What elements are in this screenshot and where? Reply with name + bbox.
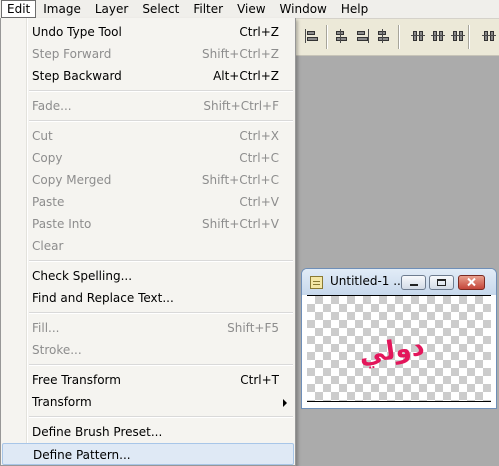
menu-item-label: Copy (32, 151, 63, 165)
menu-item-shortcut: Ctrl+T (240, 373, 279, 387)
menu-item-step-backward[interactable]: Step Backward Alt+Ctrl+Z (1, 65, 295, 87)
menu-item-shortcut: Shift+F5 (227, 321, 279, 335)
toolbar-separator (398, 25, 400, 49)
menu-item-label: Fill... (32, 321, 60, 335)
menu-item-label: Find and Replace Text... (32, 291, 174, 305)
menu-item-copy-merged: Copy Merged Shift+Ctrl+C (1, 169, 295, 191)
menu-item-shortcut: Shift+Ctrl+C (201, 173, 279, 187)
menu-item-label: Fade... (32, 99, 72, 113)
menu-item-label: Define Pattern... (33, 448, 131, 462)
menu-item-label: Step Backward (32, 69, 122, 83)
menu-filter[interactable]: Filter (186, 0, 230, 18)
menu-edit[interactable]: Edit (1, 0, 37, 18)
menu-bar: Edit Image Layer Select Filter View Window Help (0, 0, 499, 19)
menu-item-fill: Fill... Shift+F5 (1, 317, 295, 339)
menu-separator (1, 361, 295, 369)
close-button[interactable] (458, 275, 485, 290)
menu-item-label: Stroke... (32, 343, 82, 357)
menu-item-define-pattern[interactable]: Define Pattern... (2, 443, 294, 465)
menu-separator (1, 257, 295, 265)
menu-item-label: Step Forward (32, 47, 112, 61)
close-icon (467, 277, 476, 287)
menu-layer[interactable]: Layer (88, 0, 135, 18)
document-window[interactable]: Untitled-1 ... دولي (301, 268, 497, 409)
menu-item-cut: Cut Ctrl+X (1, 125, 295, 147)
menu-view[interactable]: View (230, 0, 272, 18)
align-horizontal-centers-icon[interactable] (333, 28, 349, 44)
toolbar-separator (326, 25, 328, 49)
menu-item-undo-type-tool[interactable]: Undo Type Tool Ctrl+Z (1, 21, 295, 43)
menu-item-stroke: Stroke... (1, 339, 295, 361)
menu-item-shortcut: Ctrl+V (239, 195, 279, 209)
menu-item-label: Define Brush Preset... (32, 425, 163, 439)
menu-window[interactable]: Window (273, 0, 334, 18)
menu-separator (1, 87, 295, 95)
menu-item-transform[interactable]: Transform (1, 391, 295, 413)
menu-item-shortcut: Shift+Ctrl+Z (202, 47, 279, 61)
menu-item-label: Copy Merged (32, 173, 112, 187)
menu-item-label: Clear (32, 239, 64, 253)
distribute-vertical-centers-icon[interactable] (430, 28, 446, 44)
menu-item-shortcut: Alt+Ctrl+Z (213, 69, 279, 83)
maximize-button[interactable] (429, 275, 454, 290)
menu-item-label: Paste Into (32, 217, 92, 231)
align-top-edges-icon[interactable] (375, 28, 391, 44)
menu-image[interactable]: Image (36, 0, 88, 18)
distribute-bottom-icon[interactable] (450, 28, 466, 44)
menu-item-shortcut: Shift+Ctrl+V (202, 217, 279, 231)
menu-item-shortcut: Ctrl+C (239, 151, 279, 165)
submenu-arrow-icon (283, 399, 287, 407)
canvas-status-strip (307, 401, 491, 408)
menu-item-define-brush-preset[interactable]: Define Brush Preset... (1, 421, 295, 443)
menu-item-shortcut: Ctrl+Z (239, 25, 279, 39)
menu-separator (1, 413, 295, 421)
menu-item-paste-into: Paste Into Shift+Ctrl+V (1, 213, 295, 235)
menu-item-copy: Copy Ctrl+C (1, 147, 295, 169)
menu-item-shortcut: Shift+Ctrl+F (203, 99, 279, 113)
distribute-top-icon[interactable] (410, 28, 426, 44)
toolbar-separator (468, 25, 470, 49)
menu-separator (1, 117, 295, 125)
edit-menu-dropdown: Undo Type Tool Ctrl+Z Step Forward Shift+Ct… (0, 18, 296, 466)
document-title-bar[interactable]: Untitled-1 ... (302, 269, 496, 295)
minimize-button[interactable] (401, 275, 426, 290)
menu-item-label: Undo Type Tool (32, 25, 122, 39)
menu-item-fade: Fade... Shift+Ctrl+F (1, 95, 295, 117)
menu-help[interactable]: Help (334, 0, 375, 18)
menu-item-label: Check Spelling... (32, 269, 133, 283)
menu-item-find-and-replace-text[interactable]: Find and Replace Text... (1, 287, 295, 309)
menu-item-check-spelling[interactable]: Check Spelling... (1, 265, 295, 287)
document-title: Untitled-1 ... (330, 274, 405, 288)
menu-item-free-transform[interactable]: Free Transform Ctrl+T (1, 369, 295, 391)
align-right-edges-icon[interactable] (354, 28, 370, 44)
menu-item-step-forward: Step Forward Shift+Ctrl+Z (1, 43, 295, 65)
menu-item-label: Free Transform (32, 373, 121, 387)
menu-item-shortcut: Ctrl+X (239, 129, 279, 143)
menu-item-clear: Clear (1, 235, 295, 257)
menu-item-paste: Paste Ctrl+V (1, 191, 295, 213)
menu-item-label: Paste (32, 195, 65, 209)
menu-item-label: Cut (32, 129, 53, 143)
menu-select[interactable]: Select (135, 0, 186, 18)
minimize-icon (410, 284, 418, 286)
menu-item-label: Transform (32, 395, 92, 409)
align-left-edges-icon[interactable] (304, 28, 320, 44)
distribute-left-icon[interactable] (481, 28, 497, 44)
canvas-text-layer[interactable]: دولي (357, 332, 426, 371)
canvas[interactable]: دولي (307, 295, 491, 408)
maximize-icon (437, 279, 446, 286)
document-icon (310, 276, 323, 289)
menu-separator (1, 309, 295, 317)
